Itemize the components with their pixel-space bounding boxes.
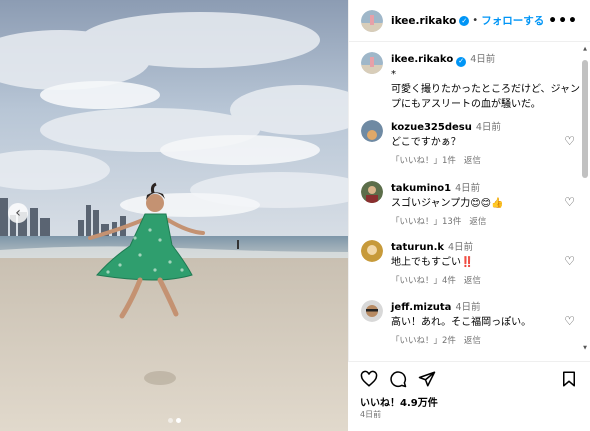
scroll-down-arrow-icon[interactable]: ▼ xyxy=(582,345,588,351)
comment-time[interactable]: 4日前 xyxy=(476,122,501,133)
heart-outline-icon[interactable] xyxy=(360,370,378,388)
scroll-thumb[interactable] xyxy=(582,60,588,178)
caption-text: 可愛く撮りたかったところだけど、ジャンプにもアスリートの血が騒いだ。 xyxy=(391,84,580,110)
comment-likes-count[interactable]: 「いいね！」13件 xyxy=(391,217,461,227)
carousel-prev-button[interactable]: ‹ xyxy=(8,203,28,223)
caption-time[interactable]: 4日前 xyxy=(470,54,495,65)
comment-text: 高い！あれ。そこ福岡っぽい。 xyxy=(391,317,532,328)
comment-time[interactable]: 4日前 xyxy=(455,183,480,194)
reply-button[interactable]: 返信 xyxy=(464,336,481,346)
comments-scrollbar[interactable]: ▲ ▼ xyxy=(582,46,588,351)
commenter-avatar[interactable] xyxy=(361,181,383,203)
post-photo[interactable]: ‹ xyxy=(0,0,348,431)
carousel-dot-active xyxy=(175,418,181,423)
comment-username[interactable]: takumino1 xyxy=(391,183,451,194)
carousel-indicator xyxy=(0,418,348,423)
caption-line1: * xyxy=(391,69,396,80)
post-header: ikee.rikako ✓ • フォローする ••• xyxy=(349,0,590,42)
posted-time[interactable]: 4日前 xyxy=(360,409,381,420)
chevron-left-icon: ‹ xyxy=(15,205,21,221)
verified-badge-icon: ✓ xyxy=(459,15,470,26)
heart-outline-icon[interactable]: ♡ xyxy=(564,134,575,148)
commenter-avatar[interactable] xyxy=(361,120,383,142)
likes-count[interactable]: いいね！4.9万件 xyxy=(360,394,438,409)
comment-username[interactable]: taturun.k xyxy=(391,242,444,253)
comment-username[interactable]: kozue325desu xyxy=(391,122,472,133)
caption-username[interactable]: ikee.rikako xyxy=(391,54,453,65)
commenter-avatar[interactable] xyxy=(361,240,383,262)
comment-username[interactable]: jeff.mizuta xyxy=(391,302,451,313)
bookmark-icon[interactable] xyxy=(560,370,578,388)
comment-text: どこですかぁ？ xyxy=(391,137,461,148)
comment-text: 地上でもすごい‼️ xyxy=(391,257,474,268)
heart-outline-icon[interactable]: ♡ xyxy=(564,195,575,209)
heart-outline-icon[interactable]: ♡ xyxy=(564,314,575,328)
author-username[interactable]: ikee.rikako xyxy=(391,15,456,27)
comment-time[interactable]: 4日前 xyxy=(455,302,480,313)
reply-button[interactable]: 返信 xyxy=(464,276,481,286)
separator-dot: • xyxy=(472,15,479,26)
paper-plane-icon[interactable] xyxy=(418,370,436,388)
comment-likes-count[interactable]: 「いいね！」2件 xyxy=(391,336,456,346)
verified-badge-icon: ✓ xyxy=(456,56,467,67)
beach-jump-photo xyxy=(0,0,348,431)
comments-list[interactable]: ikee.rikako ✓ 4日前 * 可愛く撮りたかったところだけど、ジャンプにも… xyxy=(349,42,585,355)
action-icons-row xyxy=(360,370,578,390)
comment-item: takumino1 4日前 スゴいジャンプ力😊😊👍 「いいね！」13件 返信 ♡ xyxy=(361,181,575,230)
scroll-up-arrow-icon[interactable]: ▲ xyxy=(582,46,588,52)
comment-item: jeff.mizuta 4日前 高い！あれ。そこ福岡っぽい。 「いいね！」2件 返信… xyxy=(361,300,575,349)
more-options-icon[interactable]: ••• xyxy=(548,13,578,29)
post-actions: いいね！4.9万件 4日前 xyxy=(348,361,590,431)
comment-bubble-icon[interactable] xyxy=(389,370,407,388)
follow-button[interactable]: フォローする xyxy=(481,13,544,28)
reply-button[interactable]: 返信 xyxy=(469,217,486,227)
comment-likes-count[interactable]: 「いいね！」1件 xyxy=(391,156,456,166)
heart-outline-icon[interactable]: ♡ xyxy=(564,254,575,268)
comment-time[interactable]: 4日前 xyxy=(448,242,473,253)
carousel-dot xyxy=(167,418,173,423)
commenter-avatar[interactable] xyxy=(361,300,383,322)
comment-item: kozue325desu 4日前 どこですかぁ？ 「いいね！」1件 返信 ♡ xyxy=(361,120,575,169)
comment-item: taturun.k 4日前 地上でもすごい‼️ 「いいね！」4件 返信 ♡ xyxy=(361,240,575,289)
reply-button[interactable]: 返信 xyxy=(464,156,481,166)
post-caption: ikee.rikako ✓ 4日前 * 可愛く撮りたかったところだけど、ジャンプにも… xyxy=(361,52,581,112)
comment-likes-count[interactable]: 「いいね！」4件 xyxy=(391,276,456,286)
comment-text: スゴいジャンプ力😊😊👍 xyxy=(391,198,504,209)
author-avatar[interactable] xyxy=(361,9,383,32)
author-avatar[interactable] xyxy=(361,52,383,74)
